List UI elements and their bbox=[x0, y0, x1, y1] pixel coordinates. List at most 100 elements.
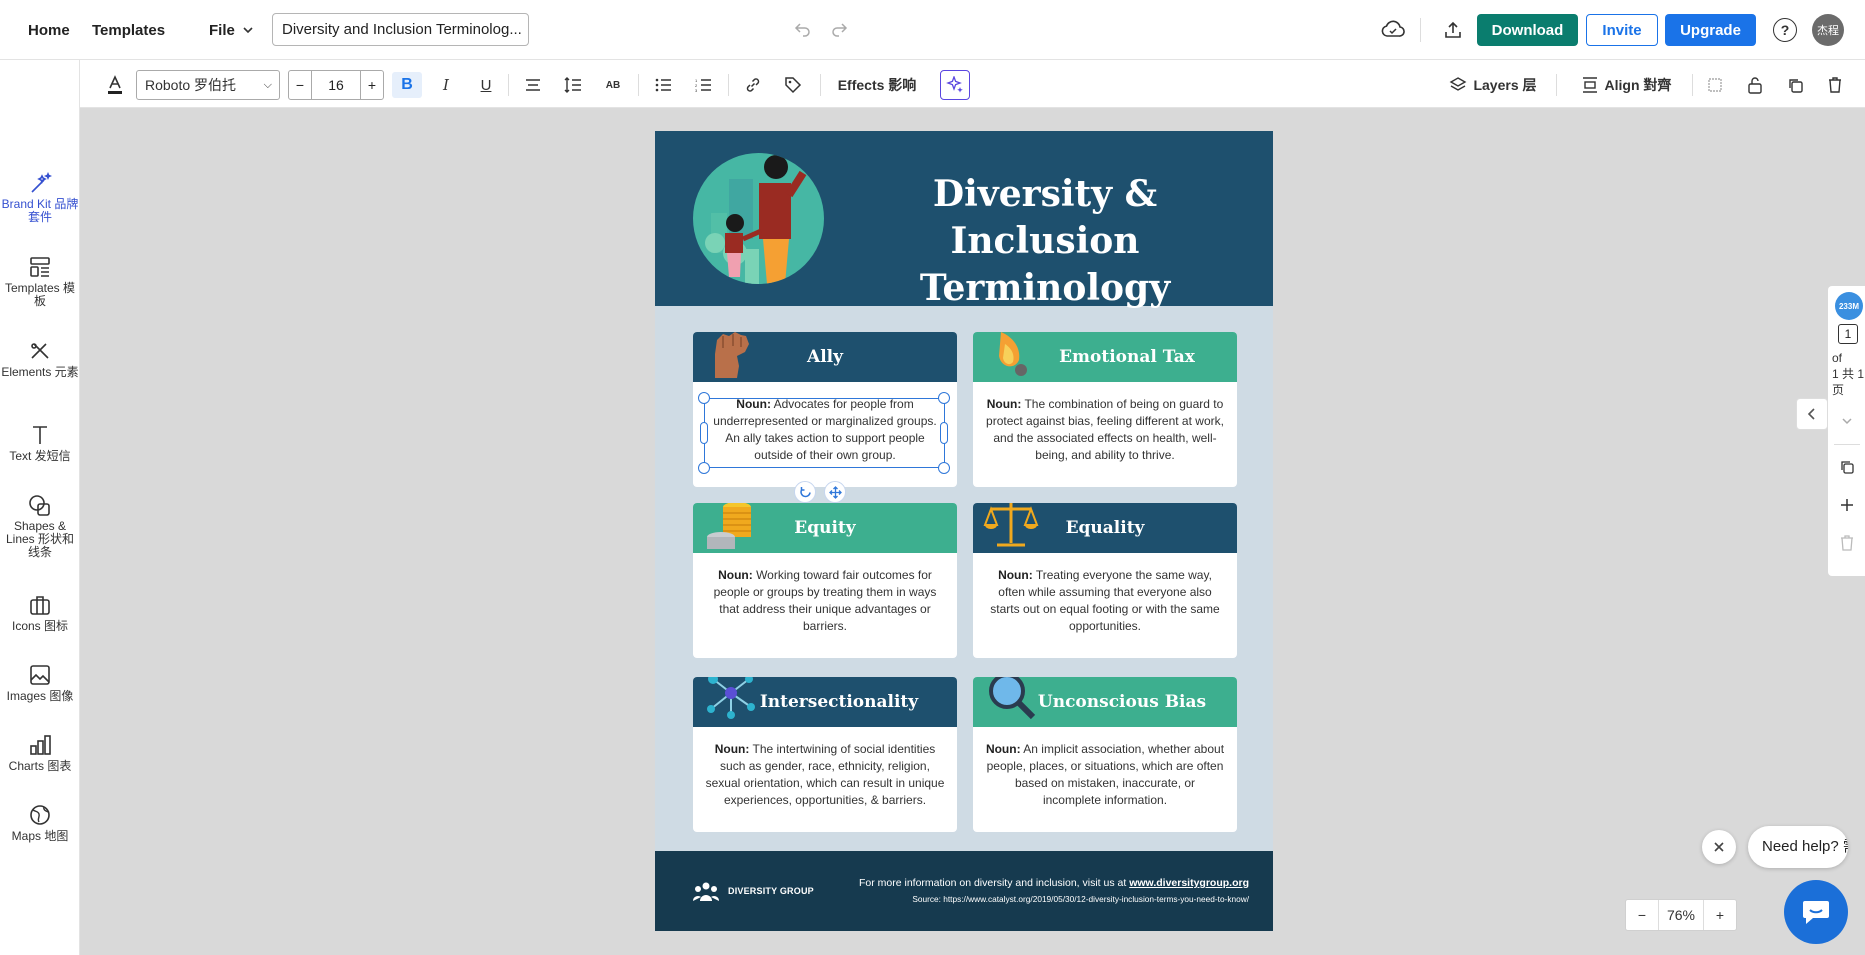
rotate-icon[interactable] bbox=[794, 481, 816, 503]
help-prompt[interactable]: Need help? 需 bbox=[1748, 826, 1848, 868]
card-body[interactable]: Noun: Treating everyone the same way, of… bbox=[973, 553, 1237, 635]
poster-page[interactable]: Diversity & Inclusion Terminology Ally N… bbox=[655, 131, 1273, 931]
underline-icon[interactable]: U bbox=[473, 72, 499, 98]
zoom-out-button[interactable]: − bbox=[1626, 900, 1658, 930]
chat-launcher-button[interactable] bbox=[1784, 880, 1848, 944]
divider bbox=[1420, 18, 1421, 42]
family-illustration[interactable] bbox=[693, 153, 824, 284]
text-color-icon[interactable] bbox=[102, 72, 128, 98]
font-size-increase[interactable]: + bbox=[361, 71, 383, 99]
sidebar-item-maps[interactable]: Maps 地图 bbox=[0, 804, 80, 843]
sidebar-item-charts[interactable]: Charts 图表 bbox=[0, 734, 80, 773]
duplicate-icon[interactable] bbox=[1782, 72, 1808, 98]
group-people-icon bbox=[693, 882, 719, 901]
help-icon[interactable]: ? bbox=[1773, 18, 1797, 42]
line-spacing-icon[interactable] bbox=[560, 72, 586, 98]
page-thumbnail-badge[interactable]: 233M bbox=[1835, 292, 1863, 320]
format-toolbar: Roboto 罗伯托 ⌵ − 16 + B I U AB 123 Effects… bbox=[80, 60, 1865, 108]
sidebar-item-label: Maps 地图 bbox=[11, 829, 69, 843]
align-button[interactable]: Align 對齊 bbox=[1575, 72, 1677, 98]
font-size-decrease[interactable]: − bbox=[289, 71, 311, 99]
term-card-emotional-tax[interactable]: Emotional Tax Noun: The combination of b… bbox=[973, 332, 1237, 487]
resize-handle-bottom-left[interactable] bbox=[698, 462, 710, 474]
tag-icon[interactable] bbox=[780, 72, 806, 98]
bullet-list-icon[interactable] bbox=[650, 72, 676, 98]
resize-handle-bottom-right[interactable] bbox=[938, 462, 950, 474]
divider bbox=[1834, 444, 1860, 445]
font-family-select[interactable]: Roboto 罗伯托 ⌵ bbox=[136, 70, 280, 100]
sidebar-item-templates[interactable]: Templates 模板 bbox=[0, 256, 80, 308]
group-icon[interactable] bbox=[1702, 72, 1728, 98]
redo-icon[interactable] bbox=[828, 18, 850, 40]
collapse-panel-button[interactable] bbox=[1796, 398, 1828, 430]
sidebar-item-icons[interactable]: Icons 图标 bbox=[0, 594, 80, 633]
card-body[interactable]: Noun: The intertwining of social identit… bbox=[693, 727, 957, 809]
upgrade-button[interactable]: Upgrade bbox=[1665, 14, 1756, 46]
card-body[interactable]: Noun: Working toward fair outcomes for p… bbox=[693, 553, 957, 635]
bold-icon[interactable]: B bbox=[392, 72, 422, 98]
align-text-icon[interactable] bbox=[520, 72, 546, 98]
add-page-icon[interactable] bbox=[1836, 494, 1858, 516]
term-card-intersectionality[interactable]: Intersectionality Noun: The intertwining… bbox=[693, 677, 957, 832]
noun-label: Noun: bbox=[986, 397, 1022, 411]
move-icon[interactable] bbox=[824, 481, 846, 503]
download-button[interactable]: Download bbox=[1477, 14, 1578, 46]
poster-title-line2: Terminology bbox=[919, 267, 1171, 309]
footer-brand-name: DIVERSITY GROUP bbox=[728, 886, 814, 896]
poster-title[interactable]: Diversity & Inclusion Terminology bbox=[840, 171, 1250, 312]
card-body[interactable]: Noun: The combination of being on guard … bbox=[973, 382, 1237, 464]
avatar[interactable]: 杰程 bbox=[1812, 14, 1844, 46]
term-card-unconscious-bias[interactable]: Unconscious Bias Noun: An implicit assoc… bbox=[973, 677, 1237, 832]
nav-templates[interactable]: Templates bbox=[92, 0, 165, 60]
sidebar-item-shapes[interactable]: Shapes & Lines 形状和线条 bbox=[0, 494, 80, 559]
nav-home[interactable]: Home bbox=[28, 0, 70, 60]
layers-button[interactable]: Layers 层 bbox=[1445, 72, 1541, 98]
align-icon bbox=[1582, 77, 1597, 93]
zoom-level[interactable]: 76% bbox=[1658, 900, 1704, 930]
lock-icon[interactable] bbox=[1742, 72, 1768, 98]
zoom-control: − 76% + bbox=[1625, 899, 1737, 931]
ai-sparkle-icon[interactable] bbox=[940, 70, 970, 100]
cloud-save-icon[interactable] bbox=[1380, 17, 1406, 43]
sidebar-item-text[interactable]: Text 发短信 bbox=[0, 424, 80, 463]
card-definition: The combination of being on guard to pro… bbox=[986, 397, 1224, 462]
sidebar-item-elements[interactable]: Elements 元素 bbox=[0, 340, 80, 379]
resize-handle-right[interactable] bbox=[940, 422, 948, 444]
chevron-down-icon[interactable] bbox=[1836, 410, 1858, 432]
sidebar-item-images[interactable]: Images 图像 bbox=[0, 664, 80, 703]
resize-handle-top-left[interactable] bbox=[698, 392, 710, 404]
divider bbox=[508, 74, 509, 96]
undo-icon[interactable] bbox=[792, 18, 814, 40]
file-menu[interactable]: File bbox=[209, 0, 255, 60]
font-size-input[interactable]: 16 bbox=[311, 71, 361, 99]
card-body[interactable]: Noun: An implicit association, whether a… bbox=[973, 727, 1237, 809]
divider bbox=[1692, 74, 1693, 96]
numbered-list-icon[interactable]: 123 bbox=[690, 72, 716, 98]
chat-icon bbox=[1803, 901, 1829, 924]
invite-button[interactable]: Invite bbox=[1586, 14, 1658, 46]
upload-share-icon[interactable] bbox=[1440, 17, 1466, 43]
italic-icon[interactable]: I bbox=[433, 72, 459, 98]
trash-icon[interactable] bbox=[1822, 72, 1848, 98]
letter-spacing-icon[interactable]: AB bbox=[600, 72, 626, 98]
poster-header: Diversity & Inclusion Terminology bbox=[655, 131, 1273, 309]
effects-button[interactable]: Effects 影响 bbox=[832, 72, 922, 98]
font-size-stepper: − 16 + bbox=[288, 70, 384, 100]
close-help-button[interactable] bbox=[1702, 830, 1736, 864]
noun-label: Noun: bbox=[998, 568, 1033, 582]
duplicate-page-icon[interactable] bbox=[1836, 456, 1858, 478]
link-icon[interactable] bbox=[740, 72, 766, 98]
delete-page-icon[interactable] bbox=[1836, 532, 1858, 554]
zoom-in-button[interactable]: + bbox=[1704, 900, 1736, 930]
sidebar-item-label: Shapes & Lines 形状和线条 bbox=[5, 519, 75, 559]
term-card-equity[interactable]: Equity Noun: Working toward fair outcome… bbox=[693, 503, 957, 658]
footer-link[interactable]: www.diversitygroup.org bbox=[1129, 877, 1249, 889]
bar-chart-icon bbox=[30, 735, 51, 755]
sidebar-item-brand-kit[interactable]: Brand Kit 品牌套件 bbox=[0, 172, 80, 224]
document-title-input[interactable]: Diversity and Inclusion Terminolog... bbox=[272, 13, 529, 46]
resize-handle-top-right[interactable] bbox=[938, 392, 950, 404]
page-number[interactable]: 1 bbox=[1838, 324, 1858, 344]
text-selection-box[interactable] bbox=[704, 398, 945, 468]
resize-handle-left[interactable] bbox=[700, 422, 708, 444]
term-card-equality[interactable]: Equality Noun: Treating everyone the sam… bbox=[973, 503, 1237, 658]
